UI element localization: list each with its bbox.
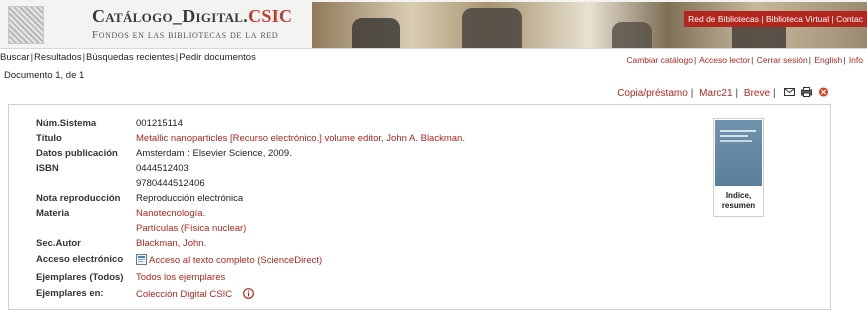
record-row-isbn-2: 9780444512406	[36, 178, 696, 192]
record-row-materia: Materia Nanotecnología.	[36, 208, 696, 222]
close-icon[interactable]	[818, 87, 829, 97]
nav-info[interactable]: Info	[849, 55, 863, 65]
top-link-contacto[interactable]: Contac	[836, 14, 863, 24]
nav-right: Cambiar catálogo| Acceso lector| Cerrar …	[626, 55, 863, 65]
nav-resultados[interactable]: Resultados	[34, 52, 82, 63]
email-icon[interactable]	[784, 87, 796, 97]
nav-acceso-lector[interactable]: Acceso lector	[699, 55, 750, 65]
record-value: 0444512403	[136, 163, 189, 174]
cover-caption[interactable]: Indice, resumen	[714, 191, 763, 211]
site-title-accent: CSIC	[248, 6, 293, 26]
info-icon[interactable]	[242, 288, 254, 299]
record-label: Sec.Autor	[36, 238, 81, 249]
all-copies-link[interactable]: Todos los ejemplares	[136, 272, 225, 283]
csic-logo[interactable]	[8, 6, 44, 44]
record-row-materia-2: Partículas (Física nuclear)	[36, 223, 696, 237]
record-link-marc21[interactable]: Marc21	[699, 88, 732, 99]
header: Catálogo_Digital.CSIC Fondos en las bibl…	[0, 0, 867, 49]
record-value: Reproducción electrónica	[136, 193, 244, 204]
site-subtitle: Fondos en las bibliotecas de la red	[92, 29, 279, 41]
record-label: Ejemplares (Todos)	[36, 272, 124, 283]
document-icon[interactable]	[136, 254, 147, 265]
top-links-bar: Red de Bibliotecas | Biblioteca Virtual …	[684, 11, 867, 27]
cover-thumbnail[interactable]	[715, 120, 762, 186]
fulltext-link[interactable]: Acceso al texto completo (ScienceDirect)	[149, 255, 322, 266]
nav-busquedas-recientes[interactable]: Búsquedas recientes	[86, 52, 175, 63]
record-label: Datos publicación	[36, 148, 118, 159]
document-count: Documento 1, de 1	[4, 70, 85, 81]
site-title-main: Catálogo_Digital.	[92, 6, 249, 26]
record-label: Acceso electrónico	[36, 254, 124, 265]
main-nav: Buscar|Resultados|Búsquedas recientes|Pe…	[0, 52, 867, 66]
site-title[interactable]: Catálogo_Digital.CSIC	[92, 6, 292, 27]
record-value-access: Acceso al texto completo (ScienceDirect)	[136, 254, 322, 266]
record-title-link[interactable]: Metallic nanoparticles [Recurso electrón…	[136, 133, 465, 144]
record-value-holdings: Colección Digital CSIC	[136, 288, 254, 300]
nav-cerrar-sesion[interactable]: Cerrar sesión	[757, 55, 808, 65]
record-label: ISBN	[36, 163, 59, 174]
holding-library-link[interactable]: Colección Digital CSIC	[136, 289, 232, 300]
record-value: Amsterdam : Elsevier Science, 2009.	[136, 148, 292, 159]
record-label: Materia	[36, 208, 70, 219]
record-row-datos-publicacion: Datos publicación Amsterdam : Elsevier S…	[36, 148, 696, 162]
record-row-acceso-electronico: Acceso electrónico Acceso al texto compl…	[36, 254, 696, 268]
record-label: Núm.Sistema	[36, 118, 97, 129]
nav-left: Buscar|Resultados|Búsquedas recientes|Pe…	[0, 52, 256, 63]
nav-pedir-documentos[interactable]: Pedir documentos	[179, 52, 256, 63]
record-label: Título	[36, 133, 62, 144]
subject-link[interactable]: Nanotecnología.	[136, 208, 205, 219]
record-view-nav: Copia/préstamo | Marc21 | Breve |	[617, 87, 829, 99]
record-row-isbn: ISBN 0444512403	[36, 163, 696, 177]
record-label: Ejemplares en:	[36, 288, 104, 299]
record-row-titulo: Título Metallic nanoparticles [Recurso e…	[36, 133, 696, 147]
nav-buscar[interactable]: Buscar	[0, 52, 30, 63]
record-link-breve[interactable]: Breve	[744, 88, 770, 99]
record-value: 001215114	[136, 118, 183, 129]
record-value: 9780444512406	[136, 178, 205, 189]
top-link-biblioteca-virtual[interactable]: Biblioteca Virtual	[766, 14, 829, 24]
nav-english[interactable]: English	[814, 55, 842, 65]
top-link-red-bibliotecas[interactable]: Red de Bibliotecas	[688, 14, 759, 24]
record-row-sec-autor: Sec.Autor Blackman, John.	[36, 238, 696, 252]
print-icon[interactable]	[801, 87, 813, 97]
record-row-ejemplares-en: Ejemplares en: Colección Digital CSIC	[36, 288, 696, 302]
record-label: Nota reproducción	[36, 193, 121, 204]
record-link-copia-prestamo[interactable]: Copia/préstamo	[617, 88, 688, 99]
nav-cambiar-catalogo[interactable]: Cambiar catálogo	[626, 55, 693, 65]
book-cover[interactable]: Indice, resumen	[713, 118, 764, 217]
record-row-num-sistema: Núm.Sistema 001215114	[36, 118, 696, 132]
record-row-ejemplares-todos: Ejemplares (Todos) Todos los ejemplares	[36, 272, 696, 286]
record-row-nota-reproduccion: Nota reproducción Reproducción electróni…	[36, 193, 696, 207]
subject-link[interactable]: Partículas (Física nuclear)	[136, 223, 246, 234]
author-link[interactable]: Blackman, John.	[136, 238, 206, 249]
